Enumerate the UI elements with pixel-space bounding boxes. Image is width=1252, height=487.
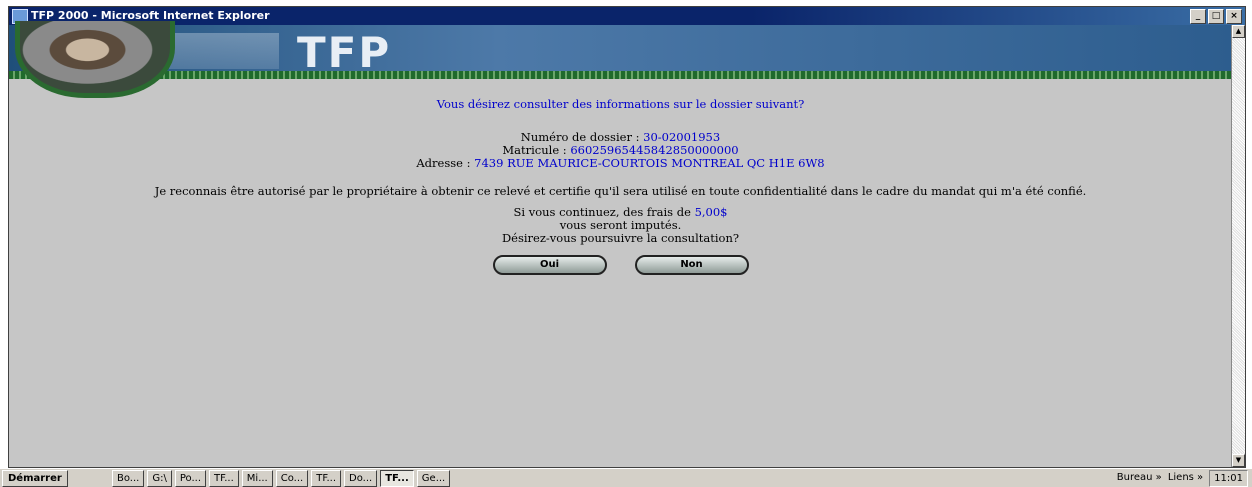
window-controls: _ □ × <box>1190 9 1242 24</box>
minimize-button[interactable]: _ <box>1190 9 1206 24</box>
scroll-up-arrow-icon[interactable]: ▲ <box>1232 25 1245 38</box>
fees-prefix: Si vous continuez, des frais de <box>513 205 691 219</box>
taskbar-tray: Bureau » Liens » 11:01 <box>1117 470 1248 487</box>
taskbar-item[interactable]: Po... <box>174 470 206 487</box>
taskbar-item[interactable]: Bo... <box>112 470 145 487</box>
banner-stripe <box>9 71 1232 79</box>
adresse-label: Adresse : <box>416 156 471 170</box>
taskbar-item[interactable]: Do... <box>344 470 378 487</box>
vertical-scrollbar[interactable]: ▲ ▼ <box>1231 25 1245 467</box>
fees-value: 5,00$ <box>694 205 728 219</box>
system-clock: 11:01 <box>1209 470 1248 487</box>
liens-toolbar[interactable]: Liens » <box>1168 470 1203 487</box>
dossier-label: Numéro de dossier : <box>520 130 640 144</box>
taskbar-item[interactable]: G:\ <box>147 470 172 487</box>
scroll-down-arrow-icon[interactable]: ▼ <box>1232 454 1245 467</box>
consultation-panel: Vous désirez consulter des informations … <box>9 93 1232 275</box>
taskbar-item[interactable]: Mi... <box>241 470 273 487</box>
confirm-question: Désirez-vous poursuivre la consultation? <box>501 231 740 245</box>
bureau-toolbar[interactable]: Bureau » <box>1117 470 1162 487</box>
adresse-row: Adresse : 7439 RUE MAURICE-COURTOIS MONT… <box>9 157 1232 170</box>
non-button[interactable]: Non <box>634 255 749 275</box>
matricule-value: 66025965445842850000000 <box>570 143 739 157</box>
adresse-value: 7439 RUE MAURICE-COURTOIS MONTREAL QC H1… <box>474 156 825 170</box>
person-photo <box>15 21 175 98</box>
tfp-logo: TFP <box>297 28 392 77</box>
building-image <box>169 33 279 69</box>
disclaimer-text: Je reconnais être autorisé par le propri… <box>154 184 1087 198</box>
taskbar-item[interactable]: TF... <box>311 470 342 487</box>
action-buttons: Oui Non <box>9 255 1232 275</box>
maximize-button[interactable]: □ <box>1208 9 1224 24</box>
close-button[interactable]: × <box>1226 9 1242 24</box>
taskbar-items: Bo... G:\ Po... TF... Mi... Co... TF... … <box>112 470 451 487</box>
dossier-info: Numéro de dossier : 30-02001953 Matricul… <box>9 131 1232 170</box>
taskbar-item[interactable]: Co... <box>275 470 309 487</box>
fees-info: Si vous continuez, des frais de 5,00$ vo… <box>9 206 1232 245</box>
consult-question: Vous désirez consulter des informations … <box>436 97 805 111</box>
windows-taskbar: Démarrer Bo... G:\ Po... TF... Mi... Co.… <box>0 468 1252 487</box>
taskbar-item-active[interactable]: TF... <box>380 470 414 487</box>
dossier-value: 30-02001953 <box>643 130 721 144</box>
page-banner: TFP <box>9 25 1232 79</box>
title-bar: TFP 2000 - Microsoft Internet Explorer _… <box>9 7 1245 25</box>
matricule-label: Matricule : <box>502 143 567 157</box>
taskbar-item[interactable]: Ge... <box>416 470 451 487</box>
start-button[interactable]: Démarrer <box>2 470 68 487</box>
browser-window: TFP 2000 - Microsoft Internet Explorer _… <box>8 6 1246 468</box>
taskbar-item[interactable]: TF... <box>209 470 239 487</box>
oui-button[interactable]: Oui <box>492 255 607 275</box>
